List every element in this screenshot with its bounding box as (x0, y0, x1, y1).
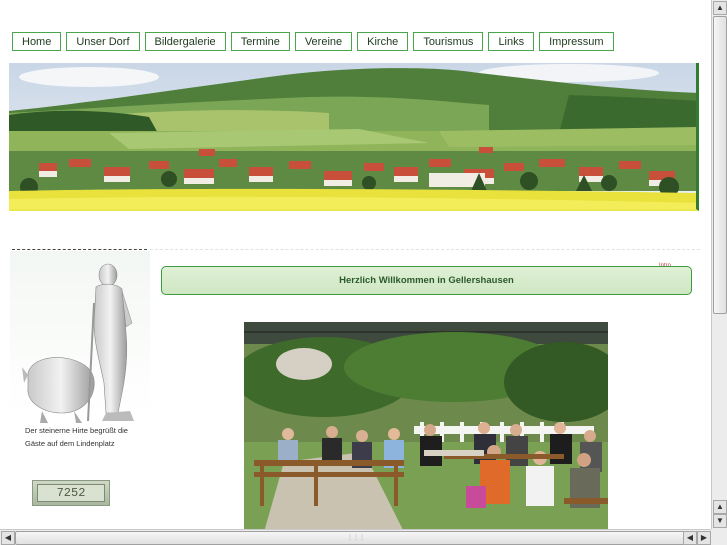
nav-vereine[interactable]: Vereine (294, 32, 353, 51)
arrow-down-icon[interactable]: ▼ (713, 514, 727, 528)
vertical-scrollbar[interactable]: ▲ ▲ ▼ (711, 0, 727, 529)
welcome-banner: Herzlich Willkommen in Gellershausen (161, 266, 692, 295)
nav-kirche[interactable]: Kirche (357, 32, 409, 51)
scrollbar-corner (711, 529, 727, 545)
visitor-counter: 7252 (32, 480, 110, 506)
nav-tourismus[interactable]: Tourismus (413, 32, 484, 51)
arrow-right-icon[interactable]: ▶ (697, 531, 711, 545)
nav-links[interactable]: Links (488, 32, 535, 51)
shepherd-statue-image (22, 263, 134, 423)
nav-termine[interactable]: Termine (230, 32, 290, 51)
arrow-up-icon[interactable]: ▲ (713, 1, 727, 15)
horizontal-scroll-thumb[interactable]: ⋮⋮⋮ (15, 531, 697, 545)
nav-impressum[interactable]: Impressum (539, 32, 614, 51)
statue-caption: Der steinerne Hirte begrüßt die Gäste au… (25, 426, 128, 448)
vertical-scroll-thumb[interactable] (713, 16, 727, 314)
page-viewport: Home Unser Dorf Bildergalerie Termine Ve… (0, 0, 711, 529)
arrow-up-icon[interactable]: ▲ (713, 500, 727, 514)
arrow-left-icon[interactable]: ◀ (683, 531, 697, 545)
counter-value: 7252 (37, 484, 105, 502)
main-navigation: Home Unser Dorf Bildergalerie Termine Ve… (12, 32, 614, 51)
divider-line (12, 249, 147, 250)
nav-unser-dorf[interactable]: Unser Dorf (66, 32, 140, 51)
nav-home[interactable]: Home (12, 32, 62, 51)
content-divider (150, 249, 700, 250)
horizontal-scrollbar[interactable]: ◀ ⋮⋮⋮ ◀ ▶ (0, 529, 711, 545)
village-gathering-photo (244, 322, 608, 529)
nav-bildergalerie[interactable]: Bildergalerie (144, 32, 226, 51)
arrow-left-icon[interactable]: ◀ (1, 531, 15, 545)
village-banner-image (9, 63, 699, 211)
